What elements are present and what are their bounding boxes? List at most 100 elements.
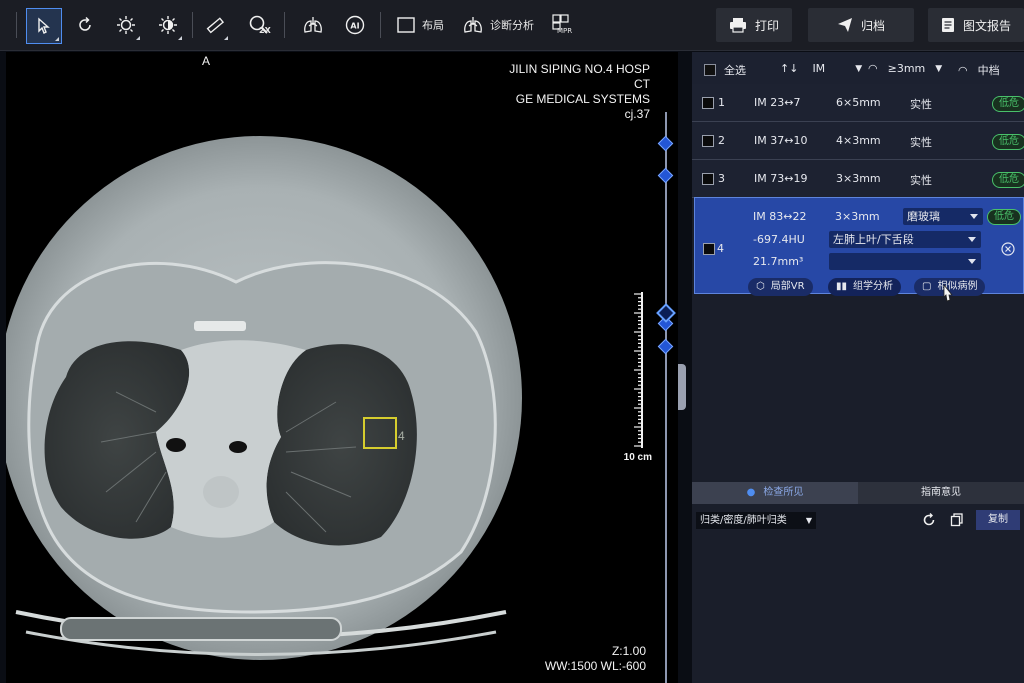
printer-icon xyxy=(729,18,746,33)
ruler-icon xyxy=(206,17,225,34)
zoom-tool-button[interactable]: 2X xyxy=(242,8,276,42)
row-image-range: IM 37↔10 xyxy=(754,134,808,147)
row-checkbox[interactable] xyxy=(702,173,714,185)
select-all-label: 全选 xyxy=(724,64,746,77)
row-number: 4 xyxy=(717,242,724,255)
size-filter-label: ≥3mm xyxy=(887,62,926,75)
row-type: 实性 xyxy=(910,174,932,187)
diagnosis-analysis-button[interactable]: 诊断分析 xyxy=(460,8,536,42)
lung-3d-button[interactable] xyxy=(298,8,328,42)
archive-button[interactable]: 归档 xyxy=(808,8,914,42)
nodule-row[interactable]: 1 IM 23↔7 6×5mm 实性 低危 xyxy=(692,84,1024,122)
print-label: 打印 xyxy=(754,18,779,33)
mouse-cursor-icon xyxy=(943,284,953,302)
patient-id: cj.37 xyxy=(624,107,650,121)
gauge-icon: ◠ xyxy=(958,63,968,77)
hospital-name: JILIN SIPING NO.4 HOSP xyxy=(509,62,650,76)
row-size: 3×3mm xyxy=(835,210,880,223)
ai-button[interactable]: AI xyxy=(340,8,370,42)
row-type: 实性 xyxy=(910,98,932,111)
measure-tool-button[interactable] xyxy=(200,8,230,42)
archive-label: 归档 xyxy=(860,18,885,33)
mpr-label: MPR xyxy=(557,27,573,35)
findings-tabs: ● 检查所见 指南意见 xyxy=(692,482,1024,504)
scale-ruler xyxy=(634,292,643,448)
refresh-icon[interactable] xyxy=(922,513,936,527)
category-select-value: 归类/密度/肺叶归类 xyxy=(700,515,787,526)
chevron-down-icon xyxy=(968,259,976,264)
chevron-down-icon xyxy=(970,214,978,219)
gauge-icon: ◠ xyxy=(868,62,878,75)
zoom-readout: Z:1.00 xyxy=(611,644,646,658)
rotate-tool-button[interactable] xyxy=(70,8,100,42)
risk-badge: 低危 xyxy=(992,172,1024,188)
category-select[interactable]: 归类/密度/肺叶归类 ▼ xyxy=(696,512,816,529)
zoom-label: 2X xyxy=(259,26,271,35)
brightness-tool-button[interactable] xyxy=(110,8,142,42)
roi-number: 4 xyxy=(398,429,405,443)
window-level-tool-button[interactable] xyxy=(152,8,184,42)
sort-icon: ↑↓ xyxy=(780,62,799,75)
volume-value: 21.7mm³ xyxy=(753,255,804,268)
tab-guide-label: 指南意见 xyxy=(921,487,961,498)
nodule-row[interactable]: 2 IM 37↔10 4×3mm 实性 低危 xyxy=(692,122,1024,160)
risk-badge: 低危 xyxy=(987,209,1021,225)
row-number: 3 xyxy=(718,172,725,185)
copy-button[interactable]: 复制 xyxy=(976,510,1020,530)
toolbar: 2X AI 布局 诊断分析 MPR 打印 归档 图文报告 xyxy=(0,0,1024,51)
panel-collapse-handle[interactable] xyxy=(678,364,686,410)
ct-image-viewer[interactable]: A JILIN SIPING NO.4 HOSP CT GE MEDICAL S… xyxy=(6,52,678,683)
copy-icon[interactable] xyxy=(950,513,964,527)
row-type: 实性 xyxy=(910,136,932,149)
bar-chart-icon: ▮▮ xyxy=(836,281,848,292)
density-type-select[interactable]: 磨玻璃 xyxy=(903,208,983,225)
print-button[interactable]: 打印 xyxy=(716,8,792,42)
lung-icon xyxy=(304,17,322,33)
ct-scan-image xyxy=(6,136,522,660)
report-button[interactable]: 图文报告 xyxy=(928,8,1024,42)
nodule-row[interactable]: 3 IM 73↔19 3×3mm 实性 低危 xyxy=(692,160,1024,198)
row-size: 3×3mm xyxy=(836,172,881,185)
select-all-checkbox[interactable]: 全选 xyxy=(704,62,746,78)
density-hu: -697.4HU xyxy=(753,233,805,246)
findings-editor[interactable]: 归类/密度/肺叶归类 ▼ 复制 xyxy=(692,504,1024,683)
tab-findings-label: 检查所见 xyxy=(763,487,804,498)
report-label: 图文报告 xyxy=(962,18,1011,33)
toolbar-separator xyxy=(192,12,193,38)
size-filter-select[interactable]: ◠ ≥3mm ▼ xyxy=(868,62,942,75)
sort-select[interactable]: ↑↓ IM ▼ xyxy=(780,62,862,75)
document-icon: ▢ xyxy=(922,281,932,292)
row-image-range: IM 23↔7 xyxy=(754,96,801,109)
slice-track[interactable] xyxy=(665,112,667,683)
close-circle-icon[interactable] xyxy=(1001,242,1015,256)
brightness-icon xyxy=(117,16,135,34)
row-checkbox[interactable] xyxy=(703,243,715,255)
layout-button[interactable]: 布局 xyxy=(392,8,448,42)
tab-guide[interactable]: 指南意见 xyxy=(858,482,1024,504)
tab-findings[interactable]: ● 检查所见 xyxy=(692,482,858,504)
risk-badge: 低危 xyxy=(992,134,1024,150)
active-dot-icon: ● xyxy=(746,487,756,498)
local-vr-button[interactable]: ⬡ 局部VR xyxy=(748,278,813,296)
row-checkbox[interactable] xyxy=(702,135,714,147)
radiomics-button[interactable]: ▮▮ 组学分析 xyxy=(828,278,902,296)
location-select[interactable]: 左肺上叶/下舌段 xyxy=(829,231,981,248)
risk-filter-select[interactable]: ◠ 中档 xyxy=(958,62,1000,78)
pointer-tool-button[interactable] xyxy=(26,8,62,44)
chevron-down-icon: ▼ xyxy=(855,63,863,74)
note-select[interactable] xyxy=(829,253,981,270)
copy-label: 复制 xyxy=(988,514,1008,525)
row-number: 1 xyxy=(718,96,725,109)
window-level-icon xyxy=(159,16,177,34)
orientation-label: A xyxy=(202,54,211,68)
location-value: 左肺上叶/下舌段 xyxy=(833,233,914,246)
mpr-button[interactable]: MPR xyxy=(548,8,578,42)
risk-badge: 低危 xyxy=(992,96,1024,112)
nodule-list-panel: 全选 ↑↓ IM ▼ ◠ ≥3mm ▼ ◠ 中档 1 IM 23↔7 6×5mm… xyxy=(692,52,1024,683)
row-checkbox[interactable] xyxy=(702,97,714,109)
manufacturer-label: GE MEDICAL SYSTEMS xyxy=(515,92,650,106)
chevron-down-icon: ▼ xyxy=(805,516,812,525)
chevron-down-icon xyxy=(968,237,976,242)
toolbar-separator xyxy=(284,12,285,38)
toolbar-separator xyxy=(380,12,381,38)
